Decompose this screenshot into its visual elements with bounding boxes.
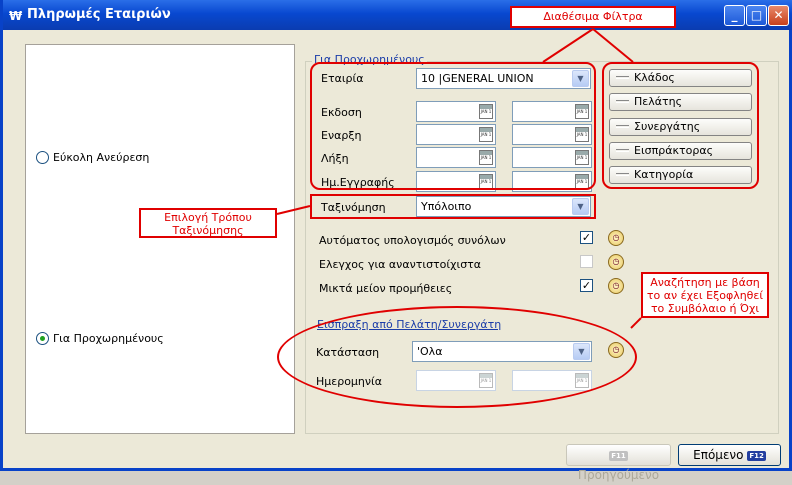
close-icon: ✕ [773, 8, 784, 22]
arrow-to-fields [542, 28, 594, 63]
mismatch-checkbox[interactable] [580, 255, 593, 268]
easy-search-label: Εύκολη Ανεύρεση [53, 151, 150, 164]
filters-highlight [602, 62, 759, 189]
maximize-button[interactable]: □ [746, 5, 767, 26]
minimize-icon: _ [731, 8, 738, 22]
window-title: Πληρωμές Εταιριών [27, 7, 171, 22]
net-commission-checkbox[interactable]: ✓ [580, 279, 593, 292]
app-logo-icon: ₩ [9, 9, 23, 23]
clock-icon[interactable]: ◷ [608, 278, 624, 294]
next-button[interactable]: Επόμενο F12 [678, 444, 781, 466]
close-button[interactable]: ✕ [768, 5, 789, 26]
maximize-icon: □ [750, 8, 763, 22]
collection-highlight [277, 306, 637, 408]
callout-search-paid: Αναζήτηση με βάση το αν έχει Εξοφληθεί τ… [641, 272, 769, 318]
clock-icon[interactable]: ◷ [608, 254, 624, 270]
auto-totals-checkbox[interactable]: ✓ [580, 231, 593, 244]
mode-panel [25, 44, 295, 434]
callout-available-filters: Διαθέσιμα Φίλτρα [510, 6, 676, 28]
radio-easy-search[interactable] [36, 151, 49, 164]
minimize-button[interactable]: _ [724, 5, 745, 26]
net-commission-label: Μικτά μείον προμήθειες [319, 282, 453, 295]
arrow-to-filters [592, 28, 634, 63]
clock-icon[interactable]: ◷ [608, 230, 624, 246]
advanced-label: Για Προχωρημένους [53, 332, 164, 345]
mismatch-label: Ελεγχος για αναντιστοίχιστα [319, 258, 482, 271]
fields-highlight [310, 62, 596, 190]
sort-highlight [310, 194, 596, 219]
radio-advanced[interactable] [36, 332, 49, 345]
previous-button[interactable]: F11 Προηγούμενο [566, 444, 671, 482]
auto-totals-label: Αυτόματος υπολογισμός συνόλων [319, 234, 506, 247]
callout-sort-mode: Επιλογή Τρόπου Ταξινόμησης [139, 208, 277, 238]
app-window: ₩ Πληρωμές Εταιριών _ □ ✕ Εύκολη Ανεύρεσ… [0, 0, 792, 482]
